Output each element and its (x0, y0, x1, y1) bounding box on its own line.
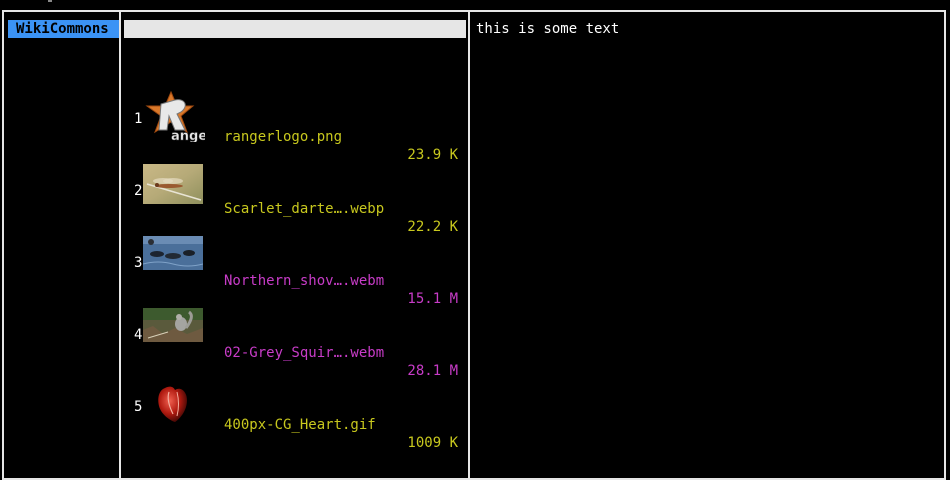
line-number: 2 (134, 183, 143, 199)
ducks-on-water-photo (143, 236, 203, 270)
line-number: 3 (134, 255, 143, 271)
file-name: Scarlet_darte….webp (224, 201, 385, 217)
file-name: Northern_shov….webm (224, 273, 385, 289)
ranger-logo-icon: anger (141, 90, 205, 142)
line-number: 5 (134, 399, 143, 415)
preview-column: this is some text (470, 12, 946, 476)
file-name: 02-Grey_Squir….webm (224, 345, 385, 361)
file-size: 22.2 K (407, 219, 458, 235)
parent-directory-column: WikiCommons (4, 12, 119, 476)
file-name: text.txt (161, 57, 229, 73)
svg-text:anger: anger (171, 129, 205, 142)
file-name: rangerlogo.png (224, 129, 343, 145)
parent-dir-entry[interactable]: WikiCommons (8, 20, 119, 38)
file-name: 400px-CG_Heart.gif (224, 417, 376, 433)
squirrel-photo (143, 308, 203, 342)
heart-render (151, 380, 195, 424)
window-edge-mark (48, 0, 52, 2)
dragonfly-photo (143, 164, 203, 204)
file-size: 23.9 K (407, 147, 458, 163)
file-size: 28.1 M (407, 363, 458, 379)
file-preview-text: this is some text (476, 21, 620, 37)
file-list-column: 0 text.txt 18 B 1 rangerlogo.png 23.9 K … (121, 12, 468, 476)
line-number: 0 (134, 39, 143, 55)
file-size: 15.1 M (407, 291, 458, 307)
file-size: 18 B (422, 75, 456, 91)
file-size: 1009 K (407, 435, 458, 451)
line-number: 4 (134, 327, 143, 343)
selected-file-row[interactable]: 0 text.txt 18 B (124, 20, 466, 91)
